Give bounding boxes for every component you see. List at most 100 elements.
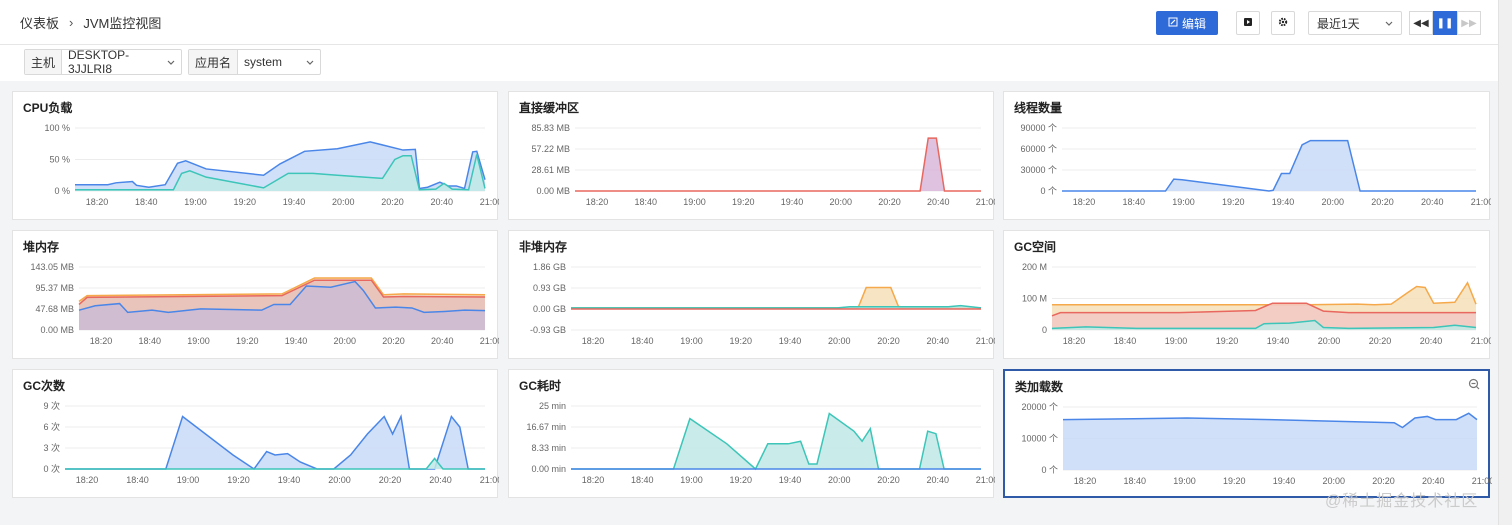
pause-button[interactable]: ❚❚ — [1433, 11, 1457, 35]
y-tick-label: 47.68 MB — [35, 304, 74, 314]
x-tick-label: 20:00 — [328, 475, 351, 485]
host-filter-label: 主机 — [25, 50, 63, 74]
chevron-down-icon — [167, 55, 175, 69]
y-tick-label: 0.00 MB — [40, 325, 74, 335]
host-select[interactable]: DESKTOP-3JJLRI8 — [62, 48, 181, 76]
panel-direct[interactable]: 直接缓冲区 85.83 MB 57.22 MB 28.61 MB 0.00 MB 18:2… — [508, 91, 995, 220]
edit-button[interactable]: 编辑 — [1156, 11, 1218, 35]
x-tick-label: 18:20 — [1074, 476, 1097, 486]
vertical-scrollbar[interactable] — [1498, 0, 1512, 525]
y-tick-label: 8.33 min — [531, 443, 566, 453]
y-tick-label: 0.00 GB — [533, 304, 566, 314]
app-filter[interactable]: 应用名 system — [188, 49, 321, 75]
y-tick-label: 0 — [1042, 325, 1047, 335]
y-tick-label: 10000 个 — [1021, 434, 1058, 444]
x-tick-label: 19:20 — [227, 475, 250, 485]
rewind-icon: ◀◀ — [1413, 17, 1429, 29]
y-tick-label: 9 次 — [43, 400, 60, 411]
x-tick-label: 18:40 — [631, 475, 654, 485]
play-button[interactable] — [1236, 11, 1260, 35]
filter-bar: 主机 DESKTOP-3JJLRI8 应用名 system — [0, 45, 1499, 81]
host-value: DESKTOP-3JJLRI8 — [68, 48, 130, 76]
x-tick-label: 18:40 — [634, 197, 657, 207]
panel-heap[interactable]: 堆内存 143.05 MB 95.37 MB 47.68 MB 0.00 MB 18:20… — [12, 230, 499, 359]
x-tick-label: 19:20 — [1223, 476, 1246, 486]
x-tick-label: 21:00 — [1471, 197, 1491, 207]
x-tick-label: 19:00 — [1172, 197, 1195, 207]
host-filter[interactable]: 主机 DESKTOP-3JJLRI8 — [24, 48, 182, 76]
x-tick-label: 20:20 — [1369, 336, 1392, 346]
x-tick-label: 18:20 — [86, 197, 109, 207]
x-tick-label: 20:00 — [332, 197, 355, 207]
pause-icon: ❚❚ — [1436, 17, 1454, 29]
chart-gcspace: 200 M 100 M 0 18:20 18:40 19:00 19:20 19:40 20:0… — [1022, 262, 1491, 346]
x-tick-label: 18:40 — [1114, 336, 1137, 346]
x-tick-label: 20:00 — [1321, 197, 1344, 207]
x-tick-label: 19:40 — [1273, 476, 1296, 486]
y-tick-label: 0 次 — [43, 463, 60, 474]
x-tick-label: 20:20 — [1372, 476, 1395, 486]
y-tick-label: 50 % — [49, 155, 70, 165]
x-tick-label: 19:20 — [1216, 336, 1239, 346]
x-tick-label: 20:00 — [828, 475, 851, 485]
panel-threads[interactable]: 线程数量 90000 个 60000 个 30000 个0 个 18:20 18:40 19… — [1003, 91, 1491, 220]
x-tick-label: 20:00 — [1322, 476, 1345, 486]
y-tick-label: 100 % — [44, 123, 70, 133]
x-tick-label: 19:20 — [729, 336, 752, 346]
y-tick-label: 0 个 — [1041, 465, 1058, 475]
x-tick-label: 19:20 — [236, 336, 259, 346]
x-tick-label: 21:00 — [480, 475, 499, 485]
x-tick-label: 20:20 — [379, 475, 402, 485]
chevron-down-icon — [1385, 16, 1393, 30]
x-tick-label: 18:40 — [1123, 476, 1146, 486]
x-tick-label: 19:20 — [732, 197, 755, 207]
rewind-button[interactable]: ◀◀ — [1409, 11, 1433, 35]
x-tick-label: 19:40 — [1272, 197, 1295, 207]
app-filter-label: 应用名 — [189, 50, 239, 74]
x-tick-label: 18:20 — [76, 475, 99, 485]
edit-button-label: 编辑 — [1181, 16, 1206, 31]
x-tick-label: 19:20 — [729, 475, 752, 485]
panel-gctime[interactable]: GC耗时 25 min 16.67 min 8.33 min 0.00 min 18:20… — [508, 369, 995, 498]
series-line-0 — [571, 286, 981, 309]
panel-gccount[interactable]: GC次数 9 次6 次3 次0 次 18:20 18:40 19:00 19:20 19:4… — [12, 369, 499, 498]
x-tick-label: 21:00 — [480, 197, 499, 207]
series-area-0 — [571, 413, 981, 469]
panel-cpu[interactable]: CPU负载 100 % 50 % 0 % 18:20 18:40 19:00 19:20 19:… — [12, 91, 499, 220]
breadcrumb-root[interactable]: 仪表板 — [20, 13, 59, 32]
fast-forward-button[interactable]: ▶▶ — [1457, 11, 1481, 35]
time-range-select[interactable]: 最近1天 — [1308, 11, 1402, 35]
y-tick-label: 16.67 min — [526, 422, 566, 432]
time-range-value: 最近1天 — [1317, 16, 1360, 31]
watermark: @稀土掘金技术社区 — [1325, 493, 1479, 510]
y-tick-label: 20000 个 — [1021, 402, 1058, 412]
x-tick-label: 19:40 — [779, 336, 802, 346]
app-select[interactable]: system — [238, 50, 320, 74]
panel-classload[interactable]: 类加载数 20000 个 10000 个0 个 18:20 18:40 19:00 19:2… — [1003, 369, 1492, 498]
settings-button[interactable] — [1271, 11, 1295, 35]
y-tick-label: 90000 个 — [1020, 123, 1057, 133]
panel-gcspace[interactable]: GC空间 200 M 100 M 0 18:20 18:40 19:00 19:20 19:40… — [1003, 230, 1491, 359]
x-tick-label: 20:00 — [1318, 336, 1341, 346]
x-tick-label: 20:40 — [926, 475, 949, 485]
chart-nonheap: 1.86 GB 0.93 GB 0.00 GB -0.93 GB 18:20 18:40 1… — [530, 262, 995, 346]
panel-nonheap[interactable]: 非堆内存 1.86 GB 0.93 GB 0.00 GB -0.93 GB 18:20 18… — [508, 230, 995, 359]
x-tick-label: 18:20 — [586, 197, 609, 207]
gear-icon — [1278, 17, 1288, 30]
chart-gctime: 25 min 16.67 min 8.33 min 0.00 min 18:20 18:4… — [526, 401, 995, 485]
x-tick-label: 20:40 — [429, 475, 452, 485]
x-tick-label: 20:40 — [926, 336, 949, 346]
series-area-0 — [575, 138, 981, 191]
x-tick-label: 19:00 — [680, 475, 703, 485]
chart-direct: 85.83 MB 57.22 MB 28.61 MB 0.00 MB 18:20 18:4… — [531, 123, 995, 207]
x-tick-label: 19:40 — [781, 197, 804, 207]
series-line-0 — [575, 137, 981, 192]
x-tick-label: 19:40 — [278, 475, 301, 485]
series-area-0 — [571, 287, 981, 309]
x-tick-label: 21:00 — [976, 475, 995, 485]
breadcrumb: 仪表板 › JVM监控视图 — [20, 13, 161, 32]
y-tick-label: 60000 个 — [1020, 144, 1057, 154]
x-tick-label: 18:20 — [1073, 197, 1096, 207]
y-tick-label: 100 M — [1022, 294, 1047, 304]
x-tick-label: 20:20 — [877, 336, 900, 346]
